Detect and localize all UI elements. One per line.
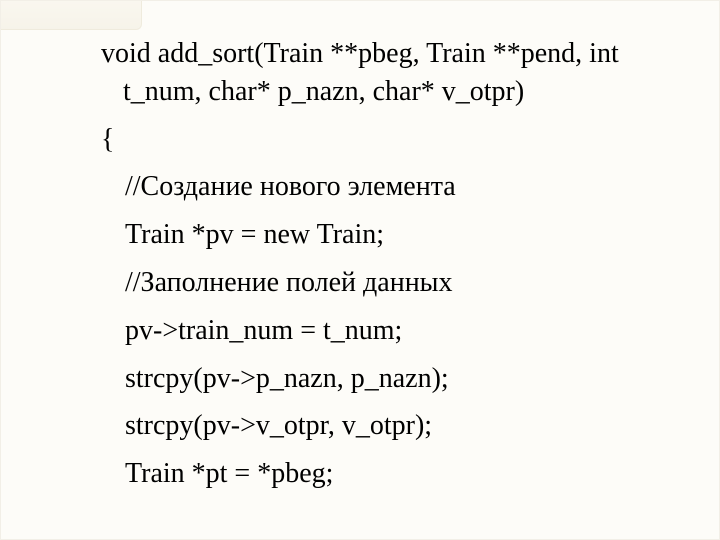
code-line: Train *pt = *pbeg; (101, 455, 659, 493)
code-line: pv->train_num = t_num; (101, 312, 659, 350)
code-line: strcpy(pv->p_nazn, p_nazn); (101, 360, 659, 398)
corner-decoration (1, 1, 142, 30)
slide: void add_sort(Train **pbeg, Train **pend… (0, 0, 720, 540)
code-line: //Заполнение полей данных (101, 264, 659, 302)
code-line: strcpy(pv->v_otpr, v_otpr); (101, 407, 659, 445)
code-block: void add_sort(Train **pbeg, Train **pend… (101, 35, 659, 503)
code-line: //Создание нового элемента (101, 168, 659, 206)
code-line: Train *pv = new Train; (101, 216, 659, 254)
code-line: void add_sort(Train **pbeg, Train **pend… (101, 35, 659, 111)
code-line: { (101, 121, 659, 159)
